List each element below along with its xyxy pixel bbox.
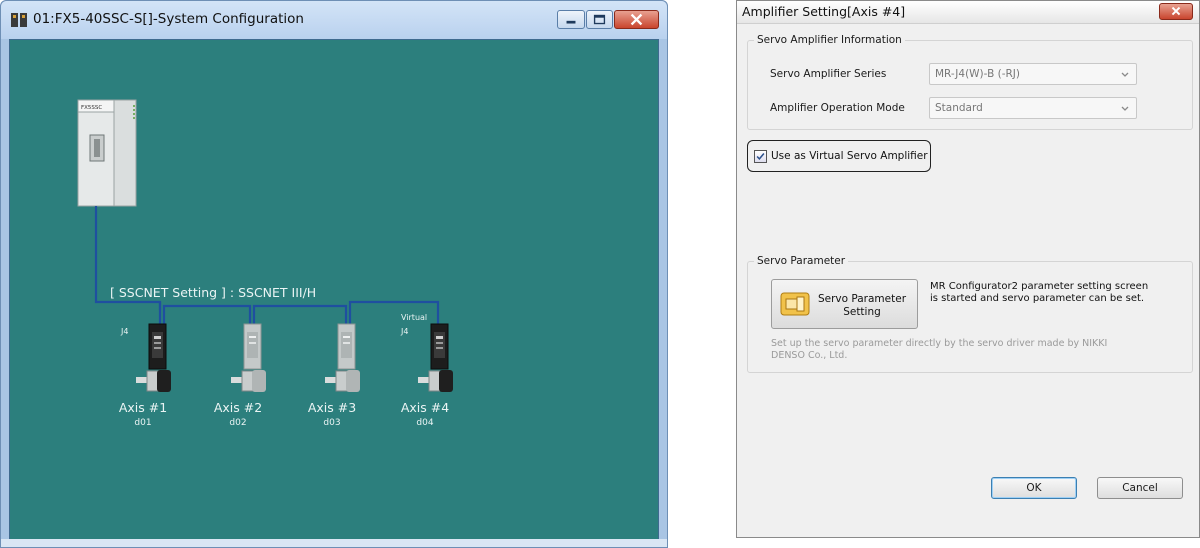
minimize-button[interactable] (557, 10, 585, 29)
fx5ssc-module[interactable] (77, 99, 137, 207)
amplifier-setting-dialog: Amplifier Setting[Axis #4] Servo Amplifi… (736, 0, 1200, 538)
operation-mode-select[interactable]: Standard (929, 97, 1137, 119)
cancel-button[interactable]: Cancel (1097, 477, 1183, 499)
servo-amplifier-2[interactable] (243, 323, 262, 370)
axis-1-type-tag: J4 (121, 327, 129, 336)
servo-motor-1 (136, 370, 171, 392)
servo-parameter-note-line2: DENSO Co., Ltd. (771, 350, 848, 361)
system-configuration-window: 01:FX5-40SSC-S[]-System Configuration FX… (0, 0, 668, 548)
dialog-close-button[interactable] (1159, 3, 1193, 20)
servo-parameter-description-line1: MR Configurator2 parameter setting scree… (930, 281, 1149, 292)
virtual-servo-checkbox[interactable] (754, 150, 767, 163)
app-icon (11, 13, 27, 27)
servo-motor-2 (231, 370, 266, 392)
maximize-icon (593, 14, 606, 25)
sscnet-setting-label: [ SSCNET Setting ] : SSCNET III/H (110, 285, 317, 300)
axis-3-label: Axis #3 (307, 400, 357, 415)
servo-amplifier-1[interactable] (148, 323, 167, 370)
servo-motor-4 (418, 370, 453, 392)
axis-1-label: Axis #1 (118, 400, 168, 415)
close-icon (630, 13, 643, 26)
series-value: MR-J4(W)-B (-RJ) (935, 68, 1020, 80)
servo-parameter-button-line1: Servo Parameter (817, 293, 907, 305)
sscnet-network-line (94, 206, 440, 324)
minimize-icon (566, 20, 576, 24)
virtual-servo-checkbox-label: Use as Virtual Servo Amplifier (771, 150, 928, 162)
configuration-diagram: FX5SSC (77, 99, 453, 392)
servo-parameter-note-line1: Set up the servo parameter directly by t… (771, 338, 1108, 349)
servo-amplifier-3[interactable] (337, 323, 356, 370)
chevron-down-icon (1121, 106, 1129, 111)
servo-motor-3 (325, 370, 360, 392)
axis-4-code: d04 (416, 418, 434, 428)
chevron-down-icon (1121, 72, 1129, 77)
close-icon (1171, 6, 1181, 16)
ok-button[interactable]: OK (991, 477, 1077, 499)
servo-amplifier-4[interactable] (430, 323, 449, 370)
system-configuration-titlebar[interactable]: 01:FX5-40SSC-S[]-System Configuration (1, 1, 667, 39)
dialog-titlebar[interactable]: Amplifier Setting[Axis #4] (737, 1, 1199, 24)
close-button[interactable] (614, 10, 659, 29)
axis-4-label: Axis #4 (400, 400, 450, 415)
maximize-button[interactable] (586, 10, 613, 29)
servo-parameter-description-line2: is started and servo parameter can be se… (930, 293, 1145, 304)
mode-label: Amplifier Operation Mode (770, 102, 905, 114)
axis-3-code: d03 (323, 418, 341, 428)
dialog-title: Amplifier Setting[Axis #4] (742, 4, 906, 19)
servo-parameter-icon (780, 292, 810, 316)
servo-parameter-setting-button[interactable]: Servo Parameter Setting (771, 279, 918, 329)
servo-parameter-legend: Servo Parameter (757, 255, 846, 267)
window-bottom-border (1, 539, 667, 547)
series-select[interactable]: MR-J4(W)-B (-RJ) (929, 63, 1137, 85)
module-label: FX5SSC (81, 105, 102, 111)
servo-amplifier-information-legend: Servo Amplifier Information (757, 34, 902, 46)
virtual-servo-checkbox-area[interactable]: Use as Virtual Servo Amplifier (747, 140, 931, 172)
axis-2-label: Axis #2 (213, 400, 263, 415)
servo-parameter-button-line2: Setting (843, 306, 881, 318)
virtual-tag: Virtual (401, 313, 428, 322)
axis-4-type-tag: J4 (401, 327, 409, 336)
configuration-canvas[interactable]: FX5SSC [SSCNET Setting]: SSCNET III/H… (9, 39, 659, 541)
series-label: Servo Amplifier Series (770, 68, 887, 80)
axis-2-code: d02 (229, 418, 247, 428)
operation-mode-value: Standard (935, 102, 983, 114)
window-title: 01:FX5-40SSC-S[]-System Configuration (33, 11, 304, 27)
checkmark-icon (756, 153, 765, 161)
axis-1-code: d01 (134, 418, 152, 428)
